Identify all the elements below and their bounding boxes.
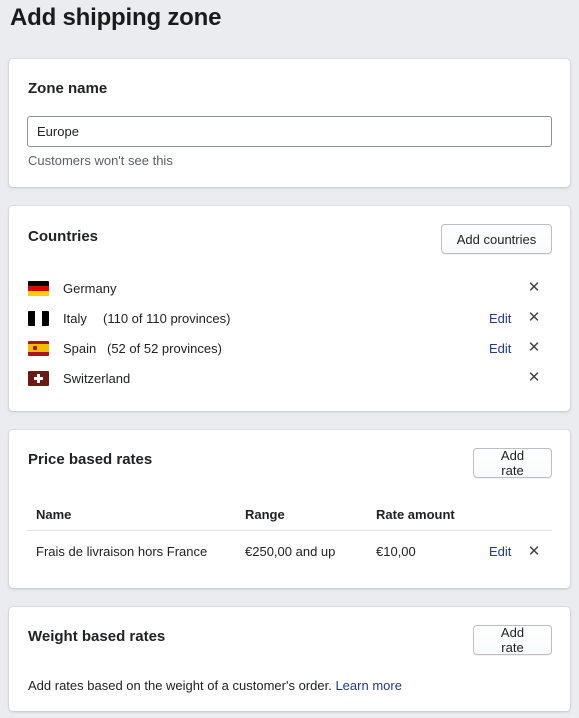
zone-name-card: Zone name Customers won't see this: [9, 59, 570, 187]
spain-flag-icon: [28, 340, 49, 356]
country-row-italy: Italy (110 of 110 provinces) Edit ✕: [9, 307, 570, 329]
switzerland-flag-icon: [28, 370, 49, 386]
remove-spain-close-icon[interactable]: ✕: [527, 340, 541, 355]
add-price-rate-button[interactable]: Add rate: [473, 448, 552, 478]
italy-flag-icon: [28, 310, 49, 326]
countries-title: Countries: [28, 228, 99, 245]
rate-name: Frais de livraison hors France: [36, 544, 208, 559]
weight-rates-title: Weight based rates: [28, 628, 166, 645]
add-weight-rate-button[interactable]: Add rate: [473, 625, 552, 655]
table-divider: [27, 530, 552, 531]
weight-rates-card: Weight based rates Add rate Add rates ba…: [9, 607, 570, 711]
country-name: Spain: [63, 340, 97, 356]
learn-more-link[interactable]: Learn more: [335, 678, 401, 693]
country-row-spain: Spain (52 of 52 provinces) Edit ✕: [9, 337, 570, 359]
edit-italy-link[interactable]: Edit: [489, 311, 511, 326]
column-header-rate-amount: Rate amount: [376, 507, 455, 522]
weight-rates-description-text: Add rates based on the weight of a custo…: [28, 678, 332, 693]
add-countries-button[interactable]: Add countries: [441, 224, 552, 254]
remove-italy-close-icon[interactable]: ✕: [527, 310, 541, 325]
country-row-switzerland: Switzerland ✕: [9, 367, 570, 389]
rate-amount: €10,00: [376, 544, 416, 559]
edit-spain-link[interactable]: Edit: [489, 341, 511, 356]
edit-rate-link[interactable]: Edit: [489, 544, 511, 559]
country-name: Italy: [63, 310, 87, 326]
countries-card: Countries Add countries Germany ✕ Italy …: [9, 206, 570, 411]
zone-name-input[interactable]: [27, 116, 552, 147]
price-rates-card: Price based rates Add rate Name Range Ra…: [9, 430, 570, 588]
column-header-range: Range: [245, 507, 285, 522]
germany-flag-icon: [28, 280, 49, 296]
country-provinces: (110 of 110 provinces): [103, 310, 231, 326]
remove-switzerland-close-icon[interactable]: ✕: [527, 370, 541, 385]
rate-range: €250,00 and up: [245, 544, 336, 559]
country-name: Switzerland: [63, 370, 131, 386]
country-name: Germany: [63, 280, 117, 296]
zone-name-help-text: Customers won't see this: [28, 153, 173, 168]
country-provinces: (52 of 52 provinces): [107, 340, 222, 356]
country-row-germany: Germany ✕: [9, 277, 570, 299]
zone-name-title: Zone name: [28, 80, 108, 97]
remove-rate-close-icon[interactable]: ✕: [527, 544, 541, 559]
remove-germany-close-icon[interactable]: ✕: [527, 280, 541, 295]
page-title: Add shipping zone: [10, 4, 222, 31]
weight-rates-description: Add rates based on the weight of a custo…: [28, 678, 402, 693]
price-rates-title: Price based rates: [28, 451, 153, 468]
column-header-name: Name: [36, 507, 72, 522]
